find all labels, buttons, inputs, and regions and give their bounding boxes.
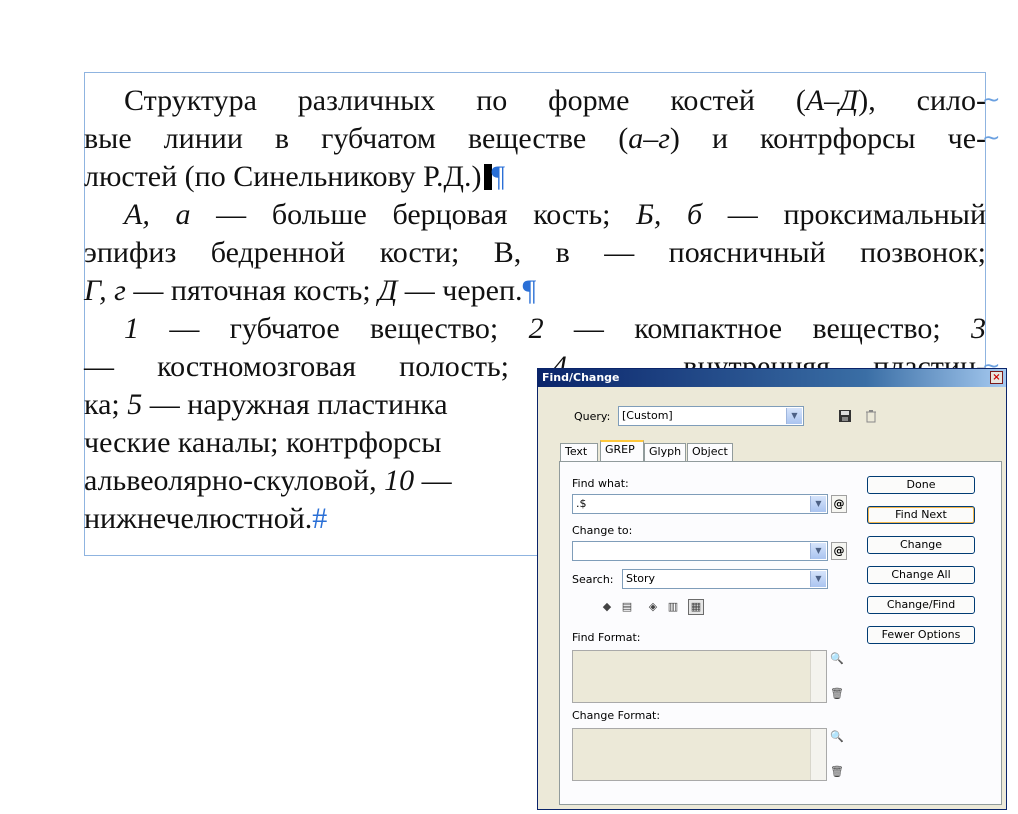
- find-what-value: .$: [576, 497, 587, 510]
- text-segment: — пяточная кость;: [125, 274, 379, 307]
- change-to-field[interactable]: ▼: [572, 541, 828, 561]
- text-line: люстей (по Синельникову Р.Д.) ¶: [84, 158, 505, 196]
- text-segment: вые линии в губчатом веществе (: [84, 122, 629, 155]
- text-segment: эпифиз бедренной кости; В, в — поясничны…: [84, 236, 986, 269]
- text-segment: ка;: [84, 388, 128, 421]
- text-segment: А–Д: [805, 84, 859, 117]
- end-of-story-mark: #: [312, 502, 328, 535]
- query-value: [Custom]: [622, 409, 673, 422]
- change-to-label: Change to:: [572, 524, 633, 537]
- text-segment: 1: [124, 312, 139, 345]
- find-change-dialog: Find/Change × Query: [Custom] ▼ Text GREP…: [537, 368, 1007, 810]
- trash-icon[interactable]: 🗑: [830, 765, 844, 779]
- find-next-button[interactable]: Find Next: [867, 506, 975, 524]
- find-format-label: Find Format:: [572, 631, 641, 644]
- text-segment: —: [414, 464, 452, 497]
- text-segment: нижнечелюстной.: [84, 502, 313, 535]
- search-scope-value: Story: [626, 572, 656, 585]
- text-line: ка; 5 — наружная пластинка: [84, 386, 448, 424]
- text-segment: альвеолярно-скуловой,: [84, 464, 385, 497]
- text-line: 1 — губчатое вещество; 2 — компактное ве…: [124, 310, 986, 348]
- change-format-label: Change Format:: [572, 709, 661, 722]
- special-characters-change-button[interactable]: @: [831, 542, 847, 560]
- text-segment: — компактное вещество;: [543, 312, 971, 345]
- text-line: вые линии в губчатом веществе (а–г) и ко…: [84, 120, 986, 158]
- query-label: Query:: [574, 410, 611, 423]
- include-hidden-layers-icon[interactable]: ◈: [646, 600, 660, 614]
- specify-change-format-icon[interactable]: 🔍: [830, 730, 844, 744]
- search-scope-select[interactable]: Story ▼: [622, 569, 828, 589]
- text-segment: Д: [378, 274, 398, 307]
- text-segment: ческие каналы; контрфорсы: [84, 426, 442, 459]
- text-segment: Б, б: [636, 198, 703, 231]
- text-segment: — костномозговая полость;: [84, 350, 553, 383]
- include-master-pages-icon[interactable]: ▥: [666, 600, 680, 614]
- text-segment: А, а: [124, 198, 191, 231]
- tab-glyph[interactable]: Glyph: [644, 443, 686, 461]
- trash-icon[interactable]: 🗑: [830, 687, 844, 701]
- hyphen-marker: ~: [982, 126, 1001, 151]
- find-format-scrollbar[interactable]: [810, 651, 826, 702]
- text-segment: — губчатое вещество;: [139, 312, 529, 345]
- tab-text[interactable]: Text: [560, 443, 598, 461]
- chevron-down-icon[interactable]: ▼: [810, 543, 826, 559]
- text-segment: Структура различных по форме костей (: [124, 84, 806, 117]
- text-cursor: [483, 164, 492, 190]
- text-segment: — череп.: [397, 274, 523, 307]
- tab-grep[interactable]: GREP: [600, 440, 644, 462]
- text-line: Структура различных по форме костей (А–Д…: [124, 82, 986, 120]
- include-locked-stories-icon[interactable]: ▤: [620, 600, 634, 614]
- text-segment: 2: [528, 312, 544, 345]
- delete-query-icon[interactable]: [864, 409, 878, 423]
- dialog-title: Find/Change: [542, 371, 620, 384]
- text-segment: — наружная пластинка: [142, 388, 448, 421]
- chevron-down-icon[interactable]: ▼: [810, 496, 826, 512]
- search-label: Search:: [572, 573, 614, 586]
- text-segment: а–г: [628, 122, 670, 155]
- done-button[interactable]: Done: [867, 476, 975, 494]
- text-segment: 10: [384, 464, 415, 497]
- include-footnotes-icon[interactable]: ▦: [688, 599, 704, 615]
- chevron-down-icon[interactable]: ▼: [810, 571, 826, 587]
- text-line: альвеолярно-скуловой, 10 —: [84, 462, 452, 500]
- query-select[interactable]: [Custom] ▼: [618, 406, 804, 426]
- pilcrow-mark: ¶: [491, 160, 506, 193]
- specify-find-format-icon[interactable]: 🔍: [830, 652, 844, 666]
- special-characters-find-button[interactable]: @: [831, 495, 847, 513]
- change-button[interactable]: Change: [867, 536, 975, 554]
- text-line: эпифиз бедренной кости; В, в — поясничны…: [84, 234, 986, 272]
- dialog-title-bar[interactable]: Find/Change ×: [538, 369, 1006, 387]
- change-format-scrollbar[interactable]: [810, 729, 826, 780]
- fewer-options-button[interactable]: Fewer Options: [867, 626, 975, 644]
- text-line: ческие каналы; контрфорсы: [84, 424, 441, 462]
- find-what-field[interactable]: .$ ▼: [572, 494, 828, 514]
- find-what-label: Find what:: [572, 477, 629, 490]
- text-line: нижнечелюстной.#: [84, 500, 327, 538]
- tab-object[interactable]: Object: [687, 443, 733, 461]
- close-icon[interactable]: ×: [990, 371, 1003, 384]
- text-segment: Г, г: [84, 274, 126, 307]
- chevron-down-icon[interactable]: ▼: [786, 408, 802, 424]
- text-segment: 3: [971, 312, 986, 345]
- text-segment: — проксимальный: [702, 198, 986, 231]
- change-all-button[interactable]: Change All: [867, 566, 975, 584]
- text-segment: люстей (по Синельникову Р.Д.): [84, 160, 482, 193]
- text-segment: 5: [127, 388, 143, 421]
- save-query-icon[interactable]: [838, 409, 852, 423]
- change-format-box[interactable]: [572, 728, 827, 781]
- include-locked-layers-icon[interactable]: ◆: [600, 600, 614, 614]
- text-segment: ), сило-: [858, 84, 986, 117]
- hyphen-marker: ~: [982, 88, 1001, 113]
- text-line: Г, г — пяточная кость; Д — череп.¶: [84, 272, 536, 310]
- pilcrow-mark: ¶: [522, 274, 537, 307]
- find-format-box[interactable]: [572, 650, 827, 703]
- text-segment: — больше берцовая кость;: [190, 198, 637, 231]
- change-find-button[interactable]: Change/Find: [867, 596, 975, 614]
- text-line: А, а — больше берцовая кость; Б, б — про…: [124, 196, 986, 234]
- text-segment: ) и контрфорсы че-: [669, 122, 986, 155]
